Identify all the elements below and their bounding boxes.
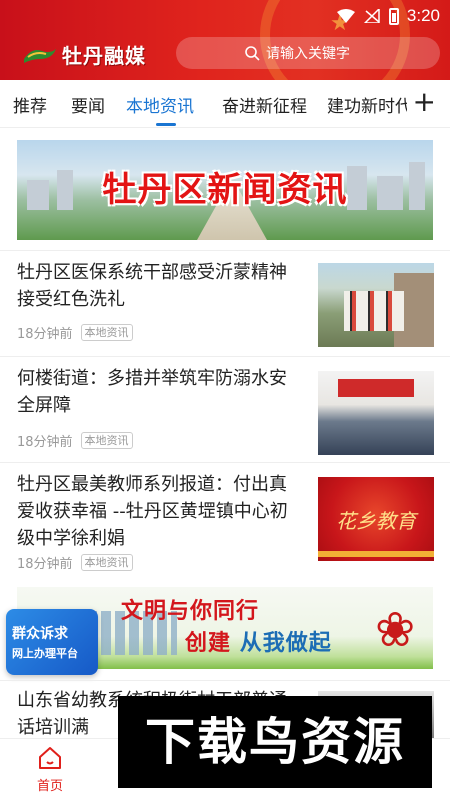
status-time: 3:20 — [406, 6, 440, 25]
status-bar: 3:20 — [336, 4, 440, 28]
nav-home[interactable]: 首页 — [22, 745, 78, 794]
app-name: 牡丹融媒 — [62, 44, 146, 68]
nav-home-label: 首页 — [36, 779, 63, 794]
tab-local-news[interactable]: 本地资讯 — [126, 92, 194, 117]
news-title: 何楼街道：多措并举筑牢防溺水安全屏障 — [17, 368, 287, 416]
search-bar[interactable]: 请输入关键字 — [176, 37, 440, 69]
news-item[interactable]: 牡丹区最美教师系列报道：付出真爱收获幸福 --牡丹区黄堽镇中心初级中学徐利娟 1… — [0, 462, 450, 577]
public-appeal-button[interactable]: 群众诉求 网上办理平台 — [6, 609, 98, 675]
search-icon — [245, 46, 260, 61]
tab-headlines[interactable]: 要闻 — [71, 92, 105, 117]
news-item[interactable]: 何楼街道：多措并举筑牢防溺水安全屏障 18分钟前 本地资讯 — [0, 356, 450, 462]
news-meta: 18分钟前 本地资讯 — [17, 553, 133, 572]
home-icon — [39, 747, 61, 769]
news-meta: 18分钟前 本地资讯 — [17, 323, 133, 342]
news-title: 牡丹区最美教师系列报道：付出真爱收获幸福 --牡丹区黄堽镇中心初级中学徐利娟 — [17, 474, 288, 549]
local-news-banner[interactable]: 牡丹区新闻资讯 — [17, 140, 433, 240]
news-title: 牡丹区医保系统干部感受沂蒙精神 接受红色洗礼 — [17, 262, 287, 310]
active-tab-indicator — [156, 123, 176, 126]
news-tag: 本地资讯 — [80, 432, 133, 449]
news-time: 18分钟前 — [17, 327, 73, 342]
appeal-line2: 网上办理平台 — [12, 647, 78, 660]
wifi-icon — [336, 9, 355, 23]
news-thumbnail: 花乡教育 — [318, 477, 434, 561]
thumbnail-caption: 花乡教育 — [336, 509, 416, 533]
tab-recommend[interactable]: 推荐 — [13, 92, 47, 117]
app-logo: 牡丹融媒 — [22, 40, 146, 69]
no-signal-icon — [363, 9, 380, 23]
news-thumbnail — [318, 371, 434, 455]
appeal-line1: 群众诉求 — [12, 626, 68, 642]
tab-new-journey[interactable]: 奋进新征程 — [222, 92, 307, 117]
news-time: 18分钟前 — [17, 557, 73, 572]
battery-icon — [388, 7, 399, 25]
news-time: 18分钟前 — [17, 435, 73, 450]
channel-tabs: 推荐 要闻 本地资讯 奋进新征程 建功新时代 + — [0, 80, 450, 128]
news-tag: 本地资讯 — [80, 324, 133, 341]
watermark: 下载鸟资源 — [118, 696, 432, 788]
news-meta: 18分钟前 本地资讯 — [17, 431, 133, 450]
news-item[interactable]: 牡丹区医保系统干部感受沂蒙精神 接受红色洗礼 18分钟前 本地资讯 — [0, 250, 450, 356]
search-placeholder: 请输入关键字 — [266, 46, 350, 62]
banner-title: 牡丹区新闻资讯 — [102, 170, 348, 210]
peony-logo-icon — [24, 48, 56, 63]
news-tag: 本地资讯 — [80, 554, 133, 571]
banner-line2: 创建 从我做起 — [185, 630, 332, 656]
app-header: ★ 3:20 牡丹融媒 请输入关键字 — [0, 0, 450, 80]
banner-line1: 文明与你同行 — [121, 598, 260, 624]
add-channel-button[interactable]: + — [406, 88, 436, 116]
news-thumbnail — [318, 263, 434, 347]
flower-icon: ❀ — [375, 602, 416, 658]
tab-new-era[interactable]: 建功新时代 — [327, 92, 412, 117]
